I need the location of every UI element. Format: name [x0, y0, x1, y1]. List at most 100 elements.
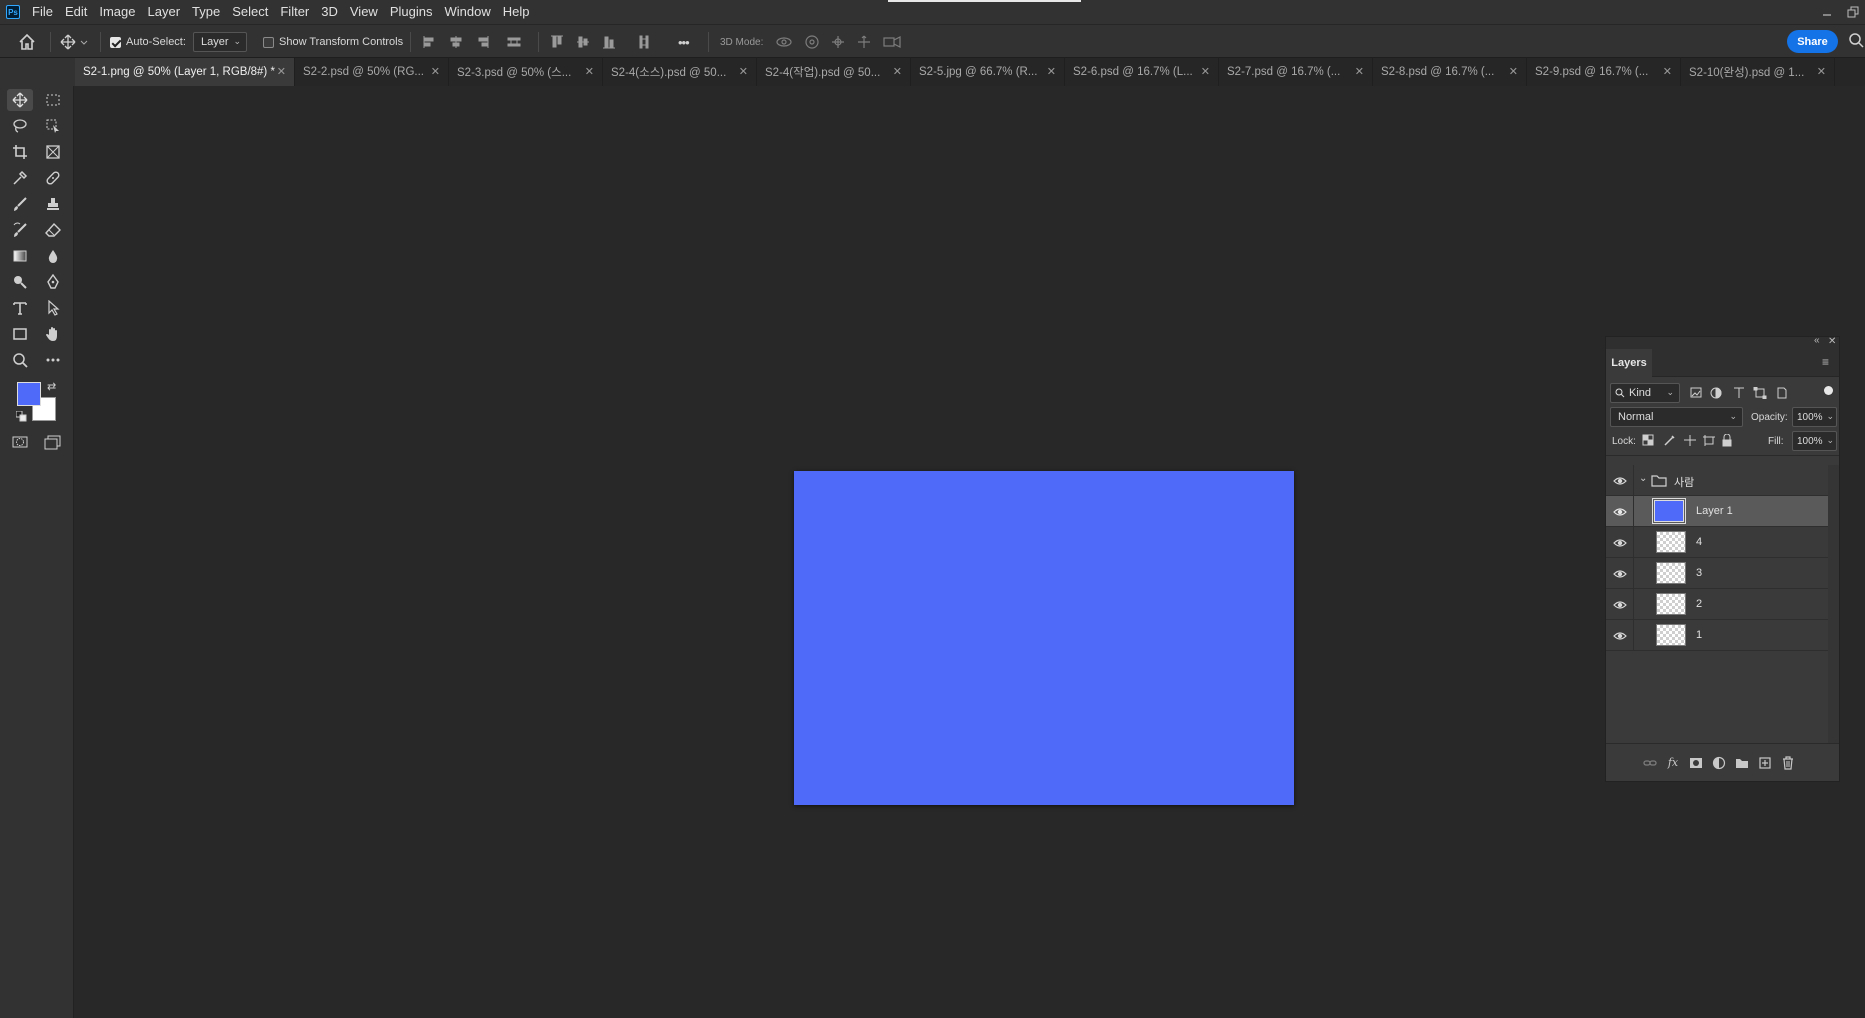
auto-select-checkbox[interactable]: Auto-Select: [110, 25, 186, 59]
tab-s2-1[interactable]: S2-1.png @ 50% (Layer 1, RGB/8#) * ✕ [75, 58, 295, 86]
layer-row-4[interactable]: 4 [1606, 527, 1828, 558]
swap-colors-icon[interactable]: ⇄ [47, 380, 56, 393]
quick-mask-icon[interactable] [7, 431, 33, 453]
layer-style-fx-icon[interactable]: fx [1666, 756, 1680, 770]
menu-help[interactable]: Help [497, 0, 536, 24]
close-tab-icon[interactable]: ✕ [1201, 65, 1210, 78]
close-tab-icon[interactable]: ✕ [1047, 65, 1056, 78]
close-tab-icon[interactable]: ✕ [1817, 65, 1826, 78]
group-expand-chevron-icon[interactable]: ⌄ [1639, 473, 1647, 484]
object-selection-tool-icon[interactable] [40, 115, 66, 137]
visibility-toggle[interactable] [1606, 620, 1634, 651]
lasso-tool-icon[interactable] [7, 115, 33, 137]
auto-select-check[interactable] [110, 36, 121, 48]
marquee-tool-icon[interactable] [40, 89, 66, 111]
frame-tool-icon[interactable] [40, 141, 66, 163]
layer-row-3[interactable]: 3 [1606, 558, 1828, 589]
filter-type-icons[interactable] [1690, 387, 1800, 399]
menu-file[interactable]: File [26, 0, 59, 24]
home-icon[interactable] [18, 25, 36, 59]
path-selection-tool-icon[interactable] [40, 297, 66, 319]
menu-view[interactable]: View [344, 0, 384, 24]
close-tab-icon[interactable]: ✕ [893, 65, 902, 78]
share-button[interactable]: Share [1787, 30, 1838, 53]
pen-tool-icon[interactable] [40, 271, 66, 293]
fill-field[interactable]: 100% ⌄ [1792, 431, 1837, 451]
auto-select-target-dropdown[interactable]: Layer ⌄ [193, 32, 247, 52]
close-tab-icon[interactable]: ✕ [739, 65, 748, 78]
new-layer-icon[interactable] [1758, 756, 1772, 770]
tab-s2-2[interactable]: S2-2.psd @ 50% (RG... ✕ [295, 58, 449, 86]
healing-brush-tool-icon[interactable] [40, 167, 66, 189]
collapse-panel-icon[interactable]: « [1814, 335, 1820, 346]
tab-s2-7[interactable]: S2-7.psd @ 16.7% (... ✕ [1219, 58, 1373, 86]
visibility-toggle[interactable] [1606, 465, 1634, 496]
new-group-folder-icon[interactable] [1735, 756, 1749, 770]
eyedropper-tool-icon[interactable] [7, 167, 33, 189]
search-icon[interactable] [1848, 32, 1864, 48]
layer-row-2[interactable]: 2 [1606, 589, 1828, 620]
show-transform-check[interactable] [263, 36, 274, 48]
show-transform-checkbox[interactable]: Show Transform Controls [263, 25, 403, 59]
menu-filter[interactable]: Filter [274, 0, 315, 24]
visibility-toggle[interactable] [1606, 527, 1634, 558]
tab-s2-9[interactable]: S2-9.psd @ 16.7% (... ✕ [1527, 58, 1681, 86]
tab-s2-6[interactable]: S2-6.psd @ 16.7% (L... ✕ [1065, 58, 1219, 86]
tab-s2-5[interactable]: S2-5.jpg @ 66.7% (R... ✕ [911, 58, 1065, 86]
minimize-icon[interactable] [1819, 4, 1835, 20]
layer-row-layer-1[interactable]: Layer 1 [1606, 496, 1828, 527]
opacity-field[interactable]: 100% ⌄ [1792, 407, 1837, 427]
adjustment-layer-icon[interactable] [1712, 756, 1726, 770]
history-brush-tool-icon[interactable] [7, 219, 33, 241]
menu-edit[interactable]: Edit [59, 0, 93, 24]
more-options-button[interactable]: ••• [678, 25, 690, 59]
tab-s2-8[interactable]: S2-8.psd @ 16.7% (... ✕ [1373, 58, 1527, 86]
filter-toggle-icon[interactable] [1824, 386, 1833, 395]
add-mask-icon[interactable] [1689, 756, 1703, 770]
layer-row-1[interactable]: 1 [1606, 620, 1828, 651]
move-tool-icon[interactable] [7, 89, 33, 111]
layer-group-row[interactable]: ⌄ 사람 [1606, 465, 1828, 496]
tab-s2-3[interactable]: S2-3.psd @ 50% (스... ✕ [449, 58, 603, 86]
close-panel-icon[interactable]: ✕ [1828, 336, 1836, 347]
close-tab-icon[interactable]: ✕ [431, 65, 440, 78]
move-tool-preset-icon[interactable] [60, 25, 90, 59]
menu-type[interactable]: Type [186, 0, 226, 24]
menu-window[interactable]: Window [438, 0, 496, 24]
document-canvas[interactable] [794, 471, 1294, 805]
delete-layer-trash-icon[interactable] [1781, 756, 1795, 770]
brush-tool-icon[interactable] [7, 193, 33, 215]
close-tab-icon[interactable]: ✕ [1509, 65, 1518, 78]
layers-scrollbar[interactable] [1828, 465, 1839, 743]
layers-tab[interactable]: Layers [1606, 349, 1652, 377]
close-tab-icon[interactable]: ✕ [277, 65, 286, 78]
screen-mode-icon[interactable] [40, 431, 66, 453]
default-colors-icon[interactable] [16, 411, 27, 422]
crop-tool-icon[interactable] [7, 141, 33, 163]
blur-tool-icon[interactable] [40, 245, 66, 267]
tab-s2-4-source[interactable]: S2-4(소스).psd @ 50... ✕ [603, 58, 757, 86]
link-layers-icon[interactable] [1643, 756, 1657, 770]
close-tab-icon[interactable]: ✕ [1663, 65, 1672, 78]
more-tools-icon[interactable] [40, 349, 66, 371]
foreground-color-swatch[interactable] [17, 382, 41, 406]
lock-buttons[interactable] [1642, 434, 1732, 447]
clone-stamp-tool-icon[interactable] [40, 193, 66, 215]
tab-s2-10[interactable]: S2-10(완성).psd @ 1... ✕ [1681, 58, 1835, 86]
menu-layer[interactable]: Layer [142, 0, 187, 24]
blend-mode-dropdown[interactable]: Normal ⌄ [1610, 407, 1743, 427]
menu-select[interactable]: Select [226, 0, 274, 24]
tab-s2-4-work[interactable]: S2-4(작업).psd @ 50... ✕ [757, 58, 911, 86]
close-tab-icon[interactable]: ✕ [1355, 65, 1364, 78]
dodge-tool-icon[interactable] [7, 271, 33, 293]
close-tab-icon[interactable]: ✕ [585, 65, 594, 78]
rectangle-tool-icon[interactable] [7, 323, 33, 345]
visibility-toggle[interactable] [1606, 496, 1634, 527]
filter-kind-dropdown[interactable]: Kind ⌄ [1610, 383, 1680, 403]
panel-menu-icon[interactable]: ≡ [1822, 355, 1829, 369]
eraser-tool-icon[interactable] [40, 219, 66, 241]
menu-plugins[interactable]: Plugins [384, 0, 439, 24]
restore-icon[interactable] [1845, 4, 1861, 20]
visibility-toggle[interactable] [1606, 589, 1634, 620]
gradient-tool-icon[interactable] [7, 245, 33, 267]
